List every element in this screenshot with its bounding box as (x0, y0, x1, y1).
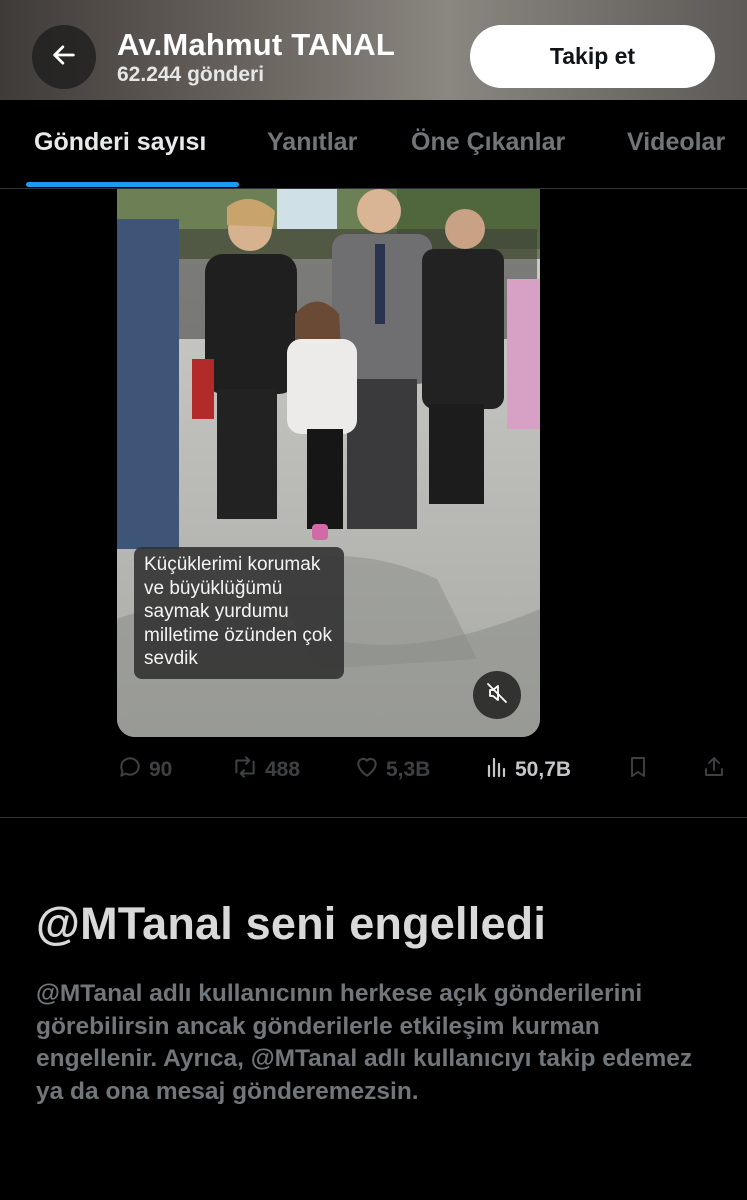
video-caption: Küçüklerimi korumak ve büyüklüğümü sayma… (134, 547, 344, 679)
video-player[interactable]: Küçüklerimi korumak ve büyüklüğümü sayma… (117, 189, 540, 737)
profile-tabs: Gönderi sayısı Yanıtlar Öne Çıkanlar Vid… (0, 100, 747, 189)
like-count: 5,3B (386, 758, 431, 781)
view-count: 50,7B (515, 758, 572, 781)
views-button[interactable]: 50,7B (485, 754, 571, 786)
like-button[interactable]: 5,3B (354, 754, 430, 786)
profile-name: Av.Mahmut TANAL (117, 27, 395, 62)
mute-button[interactable] (473, 671, 521, 719)
tab-videos[interactable]: Videolar (627, 128, 725, 157)
reply-button[interactable]: 90 (117, 754, 172, 786)
repost-count: 488 (265, 758, 301, 781)
active-tab-indicator (26, 182, 239, 187)
reply-icon (117, 754, 149, 786)
tab-replies[interactable]: Yanıtlar (267, 128, 357, 157)
repost-button[interactable]: 488 (231, 754, 300, 786)
share-icon (702, 754, 732, 786)
post-actions: 90 488 5,3B 50,7B (0, 750, 747, 790)
profile-header: Av.Mahmut TANAL 62.244 gönderi Takip et (0, 0, 747, 100)
back-button[interactable] (32, 25, 96, 89)
reply-count: 90 (149, 758, 173, 781)
blocked-description: @MTanal adlı kullanıcının herkese açık g… (36, 980, 693, 1105)
bar-chart-icon (485, 754, 515, 786)
arrow-left-icon (50, 41, 78, 74)
share-button[interactable] (702, 754, 732, 786)
repost-icon (231, 754, 265, 786)
bookmark-button[interactable] (626, 754, 656, 786)
blocked-title: @MTanal seni engelledi (36, 898, 547, 949)
bookmark-icon (626, 754, 656, 786)
post-count: 62.244 gönderi (117, 63, 265, 86)
heart-icon (354, 754, 386, 786)
tab-posts[interactable]: Gönderi sayısı (34, 128, 206, 157)
speaker-muted-icon (485, 681, 509, 710)
section-divider (0, 817, 747, 818)
tab-highlights[interactable]: Öne Çıkanlar (411, 128, 565, 157)
follow-button[interactable]: Takip et (470, 25, 715, 88)
